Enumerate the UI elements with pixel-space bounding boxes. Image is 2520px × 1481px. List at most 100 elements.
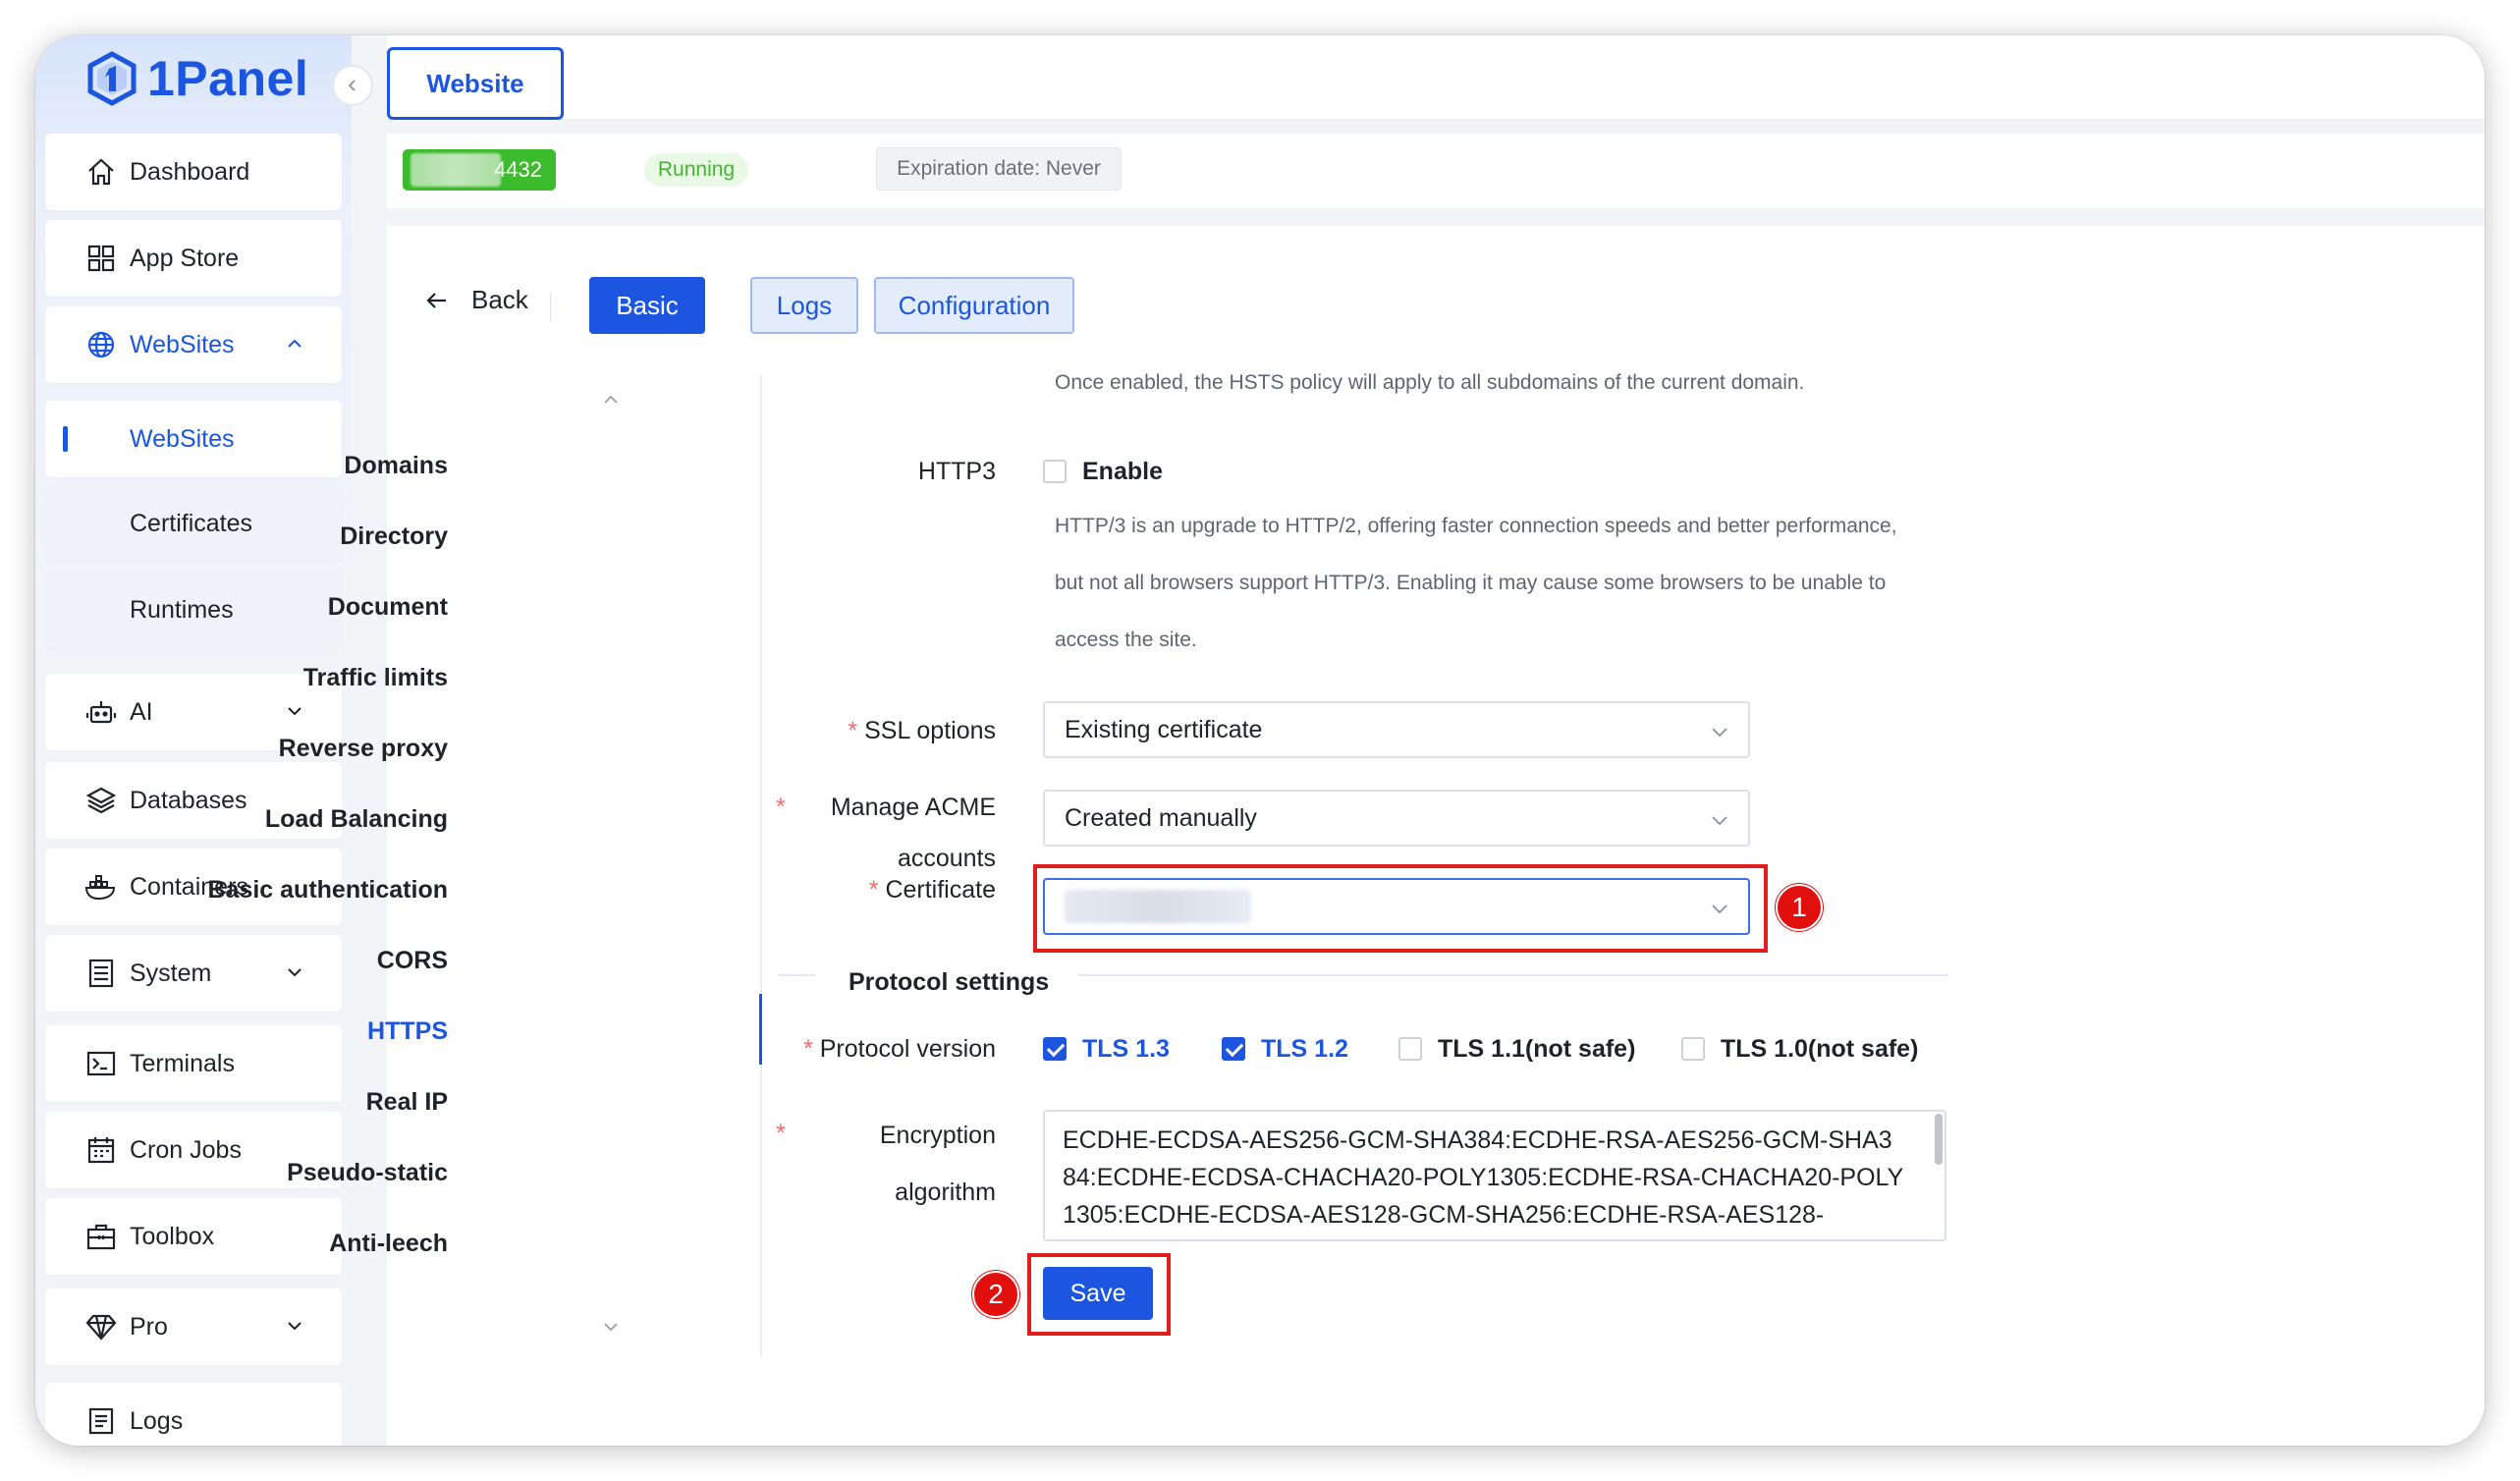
- menu-item-basic-authentication[interactable]: Basic authentication: [208, 876, 449, 905]
- robot-icon: [84, 695, 118, 729]
- tls12-label: TLS 1.2: [1261, 1035, 1348, 1063]
- menu-divider: [760, 375, 762, 1357]
- sidebar-item-dashboard[interactable]: Dashboard: [45, 134, 342, 210]
- cipher-label-line-2: algorithm: [895, 1179, 996, 1206]
- acme-required-mark: *: [776, 794, 786, 821]
- tab-logs[interactable]: Logs: [750, 277, 858, 334]
- menu-item-directory[interactable]: Directory: [340, 522, 448, 551]
- sidebar-item-pro[interactable]: Pro: [45, 1289, 342, 1365]
- sidebar-item-logs[interactable]: Logs: [45, 1383, 342, 1446]
- section-divider-left: [778, 974, 815, 976]
- menu-item-domains[interactable]: Domains: [344, 452, 448, 480]
- ssl-options-select[interactable]: Existing certificate: [1043, 701, 1750, 758]
- sidebar-item-system[interactable]: System: [45, 935, 342, 1012]
- http3-help-line-2: but not all browsers support HTTP/3. Ena…: [1055, 572, 1887, 594]
- sidebar-item-label: Dashboard: [130, 157, 250, 186]
- sidebar-item-label: Pro: [130, 1312, 168, 1341]
- chevron-down-icon: [288, 968, 301, 977]
- arrow-left-icon: [426, 292, 446, 308]
- menu-item-anti-leech[interactable]: Anti-leech: [329, 1230, 448, 1258]
- tls12-checkbox[interactable]: [1222, 1037, 1245, 1061]
- main-card: Back Basic Logs Configuration Domains Di…: [208, 226, 2485, 1446]
- sidebar-item-websites-group[interactable]: WebSites: [45, 306, 342, 383]
- cipher-textarea[interactable]: ECDHE-ECDSA-AES256-GCM-SHA384:ECDHE-RSA-…: [1043, 1110, 1946, 1241]
- sidebar-item-runtimes[interactable]: Runtimes: [45, 572, 342, 648]
- ssl-options-value: Existing certificate: [1065, 715, 1263, 743]
- cipher-label-line-1: Encryption: [879, 1122, 996, 1149]
- calendar-icon: [84, 1133, 118, 1167]
- collapse-sidebar-button[interactable]: [332, 65, 373, 106]
- menu-item-reverse-proxy[interactable]: Reverse proxy: [279, 735, 448, 763]
- http3-checkbox[interactable]: [1043, 460, 1067, 483]
- acme-label-line-2: accounts: [897, 845, 996, 872]
- acme-label: Manage ACME: [830, 794, 996, 821]
- highlight-box-save: [1027, 1253, 1171, 1336]
- acme-account-select[interactable]: Created manually: [1043, 790, 1750, 847]
- sidebar-item-label: Terminals: [130, 1049, 235, 1077]
- sidebar-item-label: Certificates: [130, 509, 253, 537]
- menu-item-real-ip[interactable]: Real IP: [366, 1088, 448, 1117]
- sidebar-item-label: WebSites: [130, 330, 235, 358]
- sidebar-item-label: Cron Jobs: [130, 1135, 242, 1164]
- sidebar-item-label: Logs: [130, 1406, 184, 1435]
- step-badge-2: 2: [972, 1271, 1019, 1318]
- tls11-checkbox[interactable]: [1398, 1037, 1422, 1061]
- tab-basic[interactable]: Basic: [589, 277, 705, 334]
- back-label: Back: [471, 285, 528, 314]
- sidebar-item-toolbox[interactable]: Toolbox: [45, 1198, 342, 1275]
- sidebar-item-label: Runtimes: [130, 595, 234, 624]
- http3-help-line-1: HTTP/3 is an upgrade to HTTP/2, offering…: [1055, 515, 1897, 537]
- chevron-down-icon: [1712, 816, 1727, 826]
- status-badge: Running: [644, 153, 748, 187]
- app-name: 1Panel: [147, 51, 309, 106]
- tls10-checkbox[interactable]: [1681, 1037, 1705, 1061]
- globe-icon: [84, 328, 118, 361]
- port-tag: 4432: [403, 149, 556, 191]
- ssl-options-label: * SSL options: [848, 717, 996, 744]
- protocol-settings-title: Protocol settings: [849, 968, 1050, 996]
- http3-option-label: Enable: [1082, 458, 1163, 485]
- scroll-down-icon[interactable]: [599, 1320, 623, 1336]
- menu-item-https[interactable]: HTTPS: [367, 1017, 448, 1046]
- certificate-label: * Certificate: [868, 876, 996, 904]
- sidebar-item-terminals[interactable]: Terminals: [45, 1025, 342, 1102]
- tab-configuration[interactable]: Configuration: [874, 277, 1074, 334]
- menu-item-cors[interactable]: CORS: [377, 947, 448, 975]
- sidebar-item-label: App Store: [130, 244, 240, 272]
- 1panel-logo-icon: [87, 51, 137, 106]
- grid-icon: [84, 242, 118, 275]
- section-divider-right: [1078, 974, 1948, 976]
- menu-item-pseudo-static[interactable]: Pseudo-static: [287, 1159, 448, 1187]
- logo: 1Panel: [84, 49, 308, 108]
- redacted-domain: [411, 153, 501, 187]
- chevron-down-icon: [1712, 728, 1727, 738]
- sidebar-item-certificates[interactable]: Certificates: [45, 485, 342, 562]
- sidebar-item-app-store[interactable]: App Store: [45, 220, 342, 297]
- tab-website[interactable]: Website: [387, 47, 564, 120]
- highlight-box-certificate: [1033, 864, 1768, 953]
- hsts-help-text: Once enabled, the HSTS policy will apply…: [1055, 371, 1805, 394]
- chevron-down-icon: [288, 1322, 301, 1331]
- menu-item-document[interactable]: Document: [328, 593, 448, 622]
- chevron-up-icon: [288, 339, 301, 348]
- protocol-version-label: * Protocol version: [803, 1035, 996, 1063]
- sidebar-item-label: Databases: [130, 786, 247, 814]
- sidebar-item-websites[interactable]: WebSites: [45, 401, 342, 477]
- tls13-label: TLS 1.3: [1082, 1035, 1170, 1063]
- http3-label: HTTP3: [917, 458, 996, 485]
- textarea-scrollbar[interactable]: [1935, 1114, 1943, 1165]
- top-tab-bar: [387, 35, 2485, 120]
- expiration-tag: Expiration date: Never: [876, 147, 1122, 191]
- tls11-label: TLS 1.1(not safe): [1438, 1035, 1636, 1063]
- acme-account-value: Created manually: [1065, 803, 1257, 832]
- menu-item-load-balancing[interactable]: Load Balancing: [265, 805, 448, 834]
- tls13-checkbox[interactable]: [1043, 1037, 1067, 1061]
- toolbar-divider: [550, 293, 551, 322]
- scroll-up-icon[interactable]: [599, 391, 623, 407]
- sidebar-item-label: Toolbox: [130, 1222, 215, 1250]
- sidebar-item-label: WebSites: [130, 424, 235, 453]
- home-icon: [84, 155, 118, 189]
- back-button[interactable]: Back: [424, 285, 528, 315]
- terminal-icon: [84, 1047, 118, 1080]
- menu-item-traffic-limits[interactable]: Traffic limits: [303, 664, 448, 692]
